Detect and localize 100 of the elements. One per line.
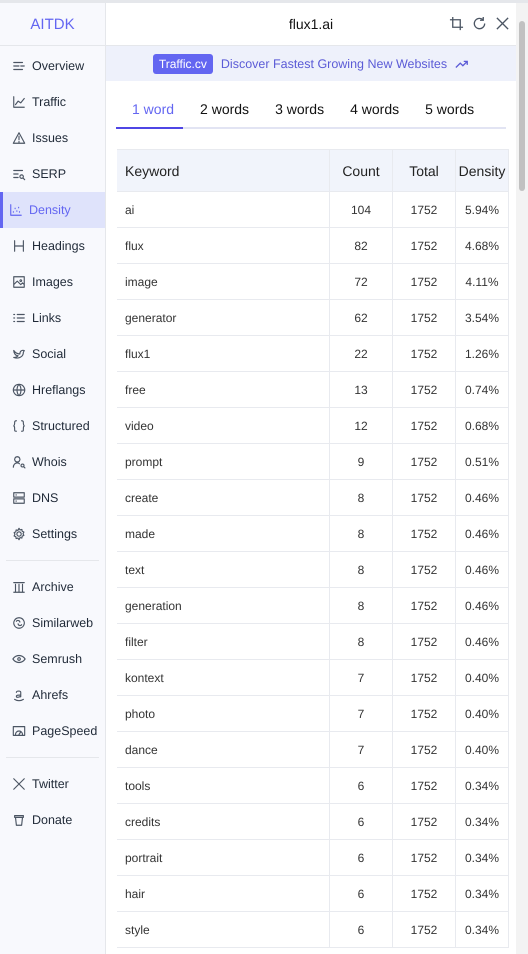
tab[interactable]: 1 word — [116, 101, 184, 129]
sidebar-item[interactable]: SERP — [0, 156, 105, 192]
sidebar-item[interactable]: Density — [0, 192, 105, 228]
crop-icon[interactable] — [449, 16, 464, 31]
table-cell: video — [117, 408, 330, 444]
scrollbar-thumb[interactable] — [519, 21, 525, 191]
brand-badge: Traffic.cv — [152, 54, 213, 74]
braces-icon — [12, 419, 26, 433]
sidebar-item[interactable]: Semrush — [0, 641, 105, 677]
promo-link[interactable]: Discover Fastest Growing New Websites — [220, 56, 448, 70]
sidebar-item[interactable]: Images — [0, 264, 105, 300]
close-icon[interactable] — [495, 16, 510, 31]
lines-icon — [12, 59, 26, 73]
sidebar-item[interactable]: Whois — [0, 444, 105, 480]
table-cell: 6 — [330, 876, 392, 912]
scrollbar[interactable] — [516, 3, 528, 954]
tab[interactable]: 5 words — [416, 101, 484, 129]
table-cell: 8 — [330, 588, 392, 624]
table-cell: 22 — [330, 336, 392, 372]
column-header: Count — [330, 150, 392, 192]
table-cell: 1752 — [392, 696, 456, 732]
refresh-icon[interactable] — [472, 16, 487, 31]
table-cell: 1752 — [392, 876, 456, 912]
table-cell: 1752 — [392, 804, 456, 840]
heading-icon — [12, 239, 26, 253]
table-cell: 1752 — [392, 840, 456, 876]
table-cell: 6 — [330, 840, 392, 876]
table-cell: style — [117, 912, 330, 948]
tab[interactable]: 2 words — [191, 101, 258, 129]
table-cell: 62 — [330, 300, 392, 336]
table-cell: 1752 — [392, 372, 456, 408]
sidebar-item[interactable]: Hreflangs — [0, 372, 105, 408]
table-cell: 5.94% — [456, 192, 508, 228]
columns-icon — [12, 580, 26, 594]
table-cell: 1752 — [392, 516, 456, 552]
table-cell: generation — [117, 588, 330, 624]
table-cell: 8 — [330, 624, 392, 660]
table-cell: 0.34% — [456, 840, 508, 876]
table-cell: 1752 — [392, 768, 456, 804]
table-cell: 1752 — [392, 480, 456, 516]
table-cell: hair — [117, 876, 330, 912]
settings-icon — [12, 527, 26, 541]
sidebar-item[interactable]: Social — [0, 336, 105, 372]
sidebar-item[interactable]: Ahrefs — [0, 677, 105, 713]
sidebar-item[interactable]: Links — [0, 300, 105, 336]
table-cell: 0.34% — [456, 876, 508, 912]
table-cell: 1752 — [392, 336, 456, 372]
list-icon — [12, 311, 26, 325]
ring-icon — [12, 616, 26, 630]
tab[interactable]: 3 words — [266, 101, 334, 129]
eye-icon — [12, 652, 26, 666]
table-cell: 0.40% — [456, 696, 508, 732]
table-cell: portrait — [117, 840, 330, 876]
sidebar-item[interactable]: Twitter — [0, 766, 105, 802]
tab[interactable]: 4 words — [341, 101, 408, 129]
table-cell: 1752 — [392, 408, 456, 444]
sidebar-item[interactable]: DNS — [0, 480, 105, 516]
table-cell: 1752 — [392, 192, 456, 228]
table-cell: 104 — [330, 192, 392, 228]
sidebar-item[interactable]: Donate — [0, 802, 105, 838]
table-cell: photo — [117, 696, 330, 732]
table-cell: 8 — [330, 552, 392, 588]
table-cell: 1752 — [392, 732, 456, 768]
table-cell: 0.40% — [456, 732, 508, 768]
table-cell: 1.26% — [456, 336, 508, 372]
table-cell: 1752 — [392, 228, 456, 264]
table-cell: 0.34% — [456, 768, 508, 804]
table-cell: 0.46% — [456, 552, 508, 588]
table-cell: 82 — [330, 228, 392, 264]
table-cell: 0.40% — [456, 660, 508, 696]
sidebar-item[interactable]: PageSpeed — [0, 713, 105, 749]
table-cell: flux1 — [117, 336, 330, 372]
bird-icon — [12, 347, 26, 361]
gauge-icon — [12, 724, 26, 738]
table-cell: prompt — [117, 444, 330, 480]
table-cell: dance — [117, 732, 330, 768]
line-chart-icon — [12, 95, 26, 109]
table-cell: 1752 — [392, 552, 456, 588]
sidebar-item[interactable]: Traffic — [0, 84, 105, 120]
table-cell: credits — [117, 804, 330, 840]
column-header: Density — [456, 150, 508, 192]
server-icon — [12, 491, 26, 505]
sidebar-item[interactable]: Issues — [0, 120, 105, 156]
table-cell: 7 — [330, 732, 392, 768]
page-title: flux1.ai — [288, 16, 334, 32]
sidebar-item[interactable]: Similarweb — [0, 605, 105, 641]
sidebar-item[interactable]: Headings — [0, 228, 105, 264]
sidebar-item[interactable]: Settings — [0, 516, 105, 552]
table-cell: 1752 — [392, 660, 456, 696]
table-cell: 6 — [330, 768, 392, 804]
sidebar-item[interactable]: Structured — [0, 408, 105, 444]
table-cell: 4.68% — [456, 228, 508, 264]
table-cell: 0.34% — [456, 912, 508, 948]
sidebar-item[interactable]: Overview — [0, 48, 105, 84]
table-cell: tools — [117, 768, 330, 804]
sidebar-item[interactable]: Archive — [0, 569, 105, 605]
table-cell: create — [117, 480, 330, 516]
scatter-chart-icon — [9, 203, 23, 217]
table-cell: 1752 — [392, 588, 456, 624]
cup-icon — [12, 813, 26, 827]
